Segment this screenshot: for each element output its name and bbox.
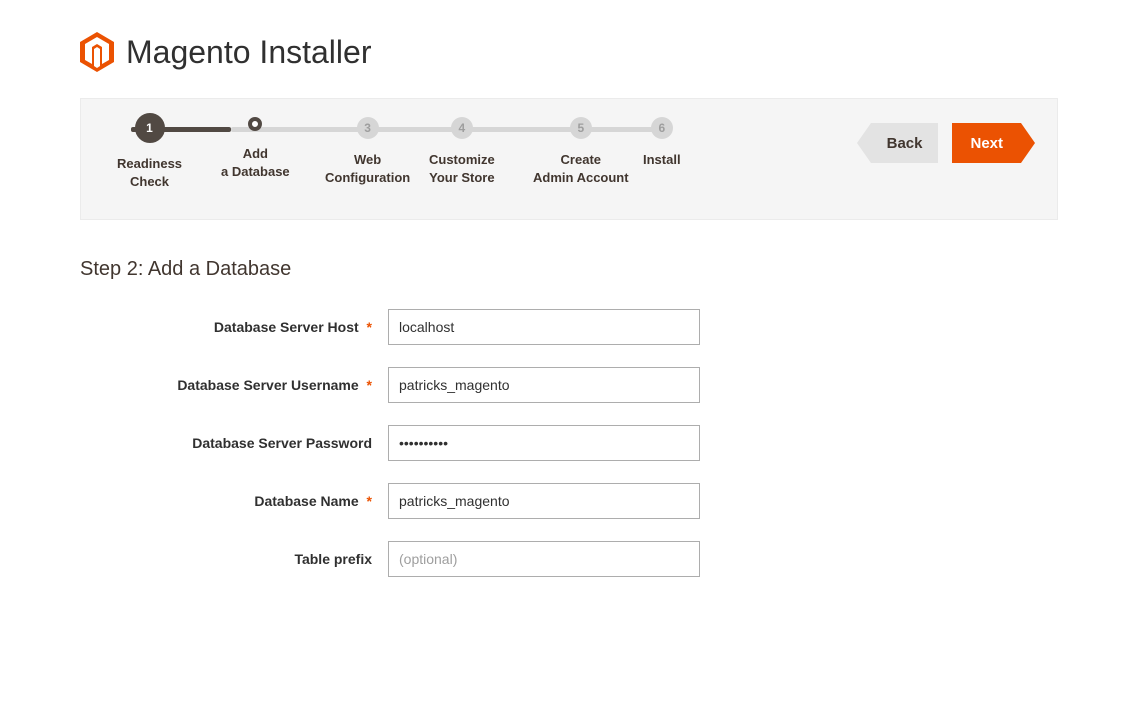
wizard-step-6[interactable]: 6 Install xyxy=(643,117,681,169)
wizard-steps: 1 Readiness Check Add a Database 3 Web C… xyxy=(103,117,683,203)
label-username: Database Server Username * xyxy=(80,377,380,393)
step-number: 6 xyxy=(658,121,665,135)
wizard-bar: 1 Readiness Check Add a Database 3 Web C… xyxy=(80,98,1058,220)
chevron-right-icon xyxy=(1021,123,1035,163)
field-row-prefix: Table prefix xyxy=(80,541,1058,577)
required-marker: * xyxy=(367,319,372,335)
input-username[interactable] xyxy=(388,367,700,403)
step-label: Add a Database xyxy=(221,145,290,180)
step-label: Create Admin Account xyxy=(533,151,629,186)
field-row-dbname: Database Name * xyxy=(80,483,1058,519)
input-prefix[interactable] xyxy=(388,541,700,577)
next-button-label: Next xyxy=(952,123,1021,163)
label-host: Database Server Host * xyxy=(80,319,380,335)
header: Magento Installer xyxy=(80,32,1058,72)
required-marker: * xyxy=(367,377,372,393)
label-text: Database Server Host xyxy=(214,319,359,335)
step-number: 5 xyxy=(577,121,584,135)
page-title: Magento Installer xyxy=(126,34,371,71)
step-number: 4 xyxy=(459,121,466,135)
step-label: Install xyxy=(643,151,681,169)
label-text: Database Name xyxy=(254,493,358,509)
wizard-actions: Back Next xyxy=(857,123,1035,163)
step-number: 3 xyxy=(364,121,371,135)
label-text: Table prefix xyxy=(294,551,372,567)
label-password: Database Server Password xyxy=(80,435,380,451)
chevron-left-icon xyxy=(857,123,871,163)
label-prefix: Table prefix xyxy=(80,551,380,567)
step-heading: Step 2: Add a Database xyxy=(80,258,1058,281)
label-text: Database Server Username xyxy=(177,377,358,393)
step-label: Readiness Check xyxy=(117,155,182,190)
back-button-label: Back xyxy=(871,123,939,163)
step-label: Customize Your Store xyxy=(429,151,495,186)
progress-bar-remaining xyxy=(231,127,659,132)
input-host[interactable] xyxy=(388,309,700,345)
back-button[interactable]: Back xyxy=(857,123,939,163)
input-dbname[interactable] xyxy=(388,483,700,519)
label-dbname: Database Name * xyxy=(80,493,380,509)
magento-logo-icon xyxy=(80,32,114,72)
field-row-host: Database Server Host * xyxy=(80,309,1058,345)
label-text: Database Server Password xyxy=(192,435,372,451)
field-row-password: Database Server Password xyxy=(80,425,1058,461)
input-password[interactable] xyxy=(388,425,700,461)
step-number: 1 xyxy=(146,121,153,135)
step-label: Web Configuration xyxy=(325,151,410,186)
database-form: Database Server Host * Database Server U… xyxy=(80,309,1058,577)
next-button[interactable]: Next xyxy=(952,123,1035,163)
required-marker: * xyxy=(367,493,372,509)
field-row-username: Database Server Username * xyxy=(80,367,1058,403)
